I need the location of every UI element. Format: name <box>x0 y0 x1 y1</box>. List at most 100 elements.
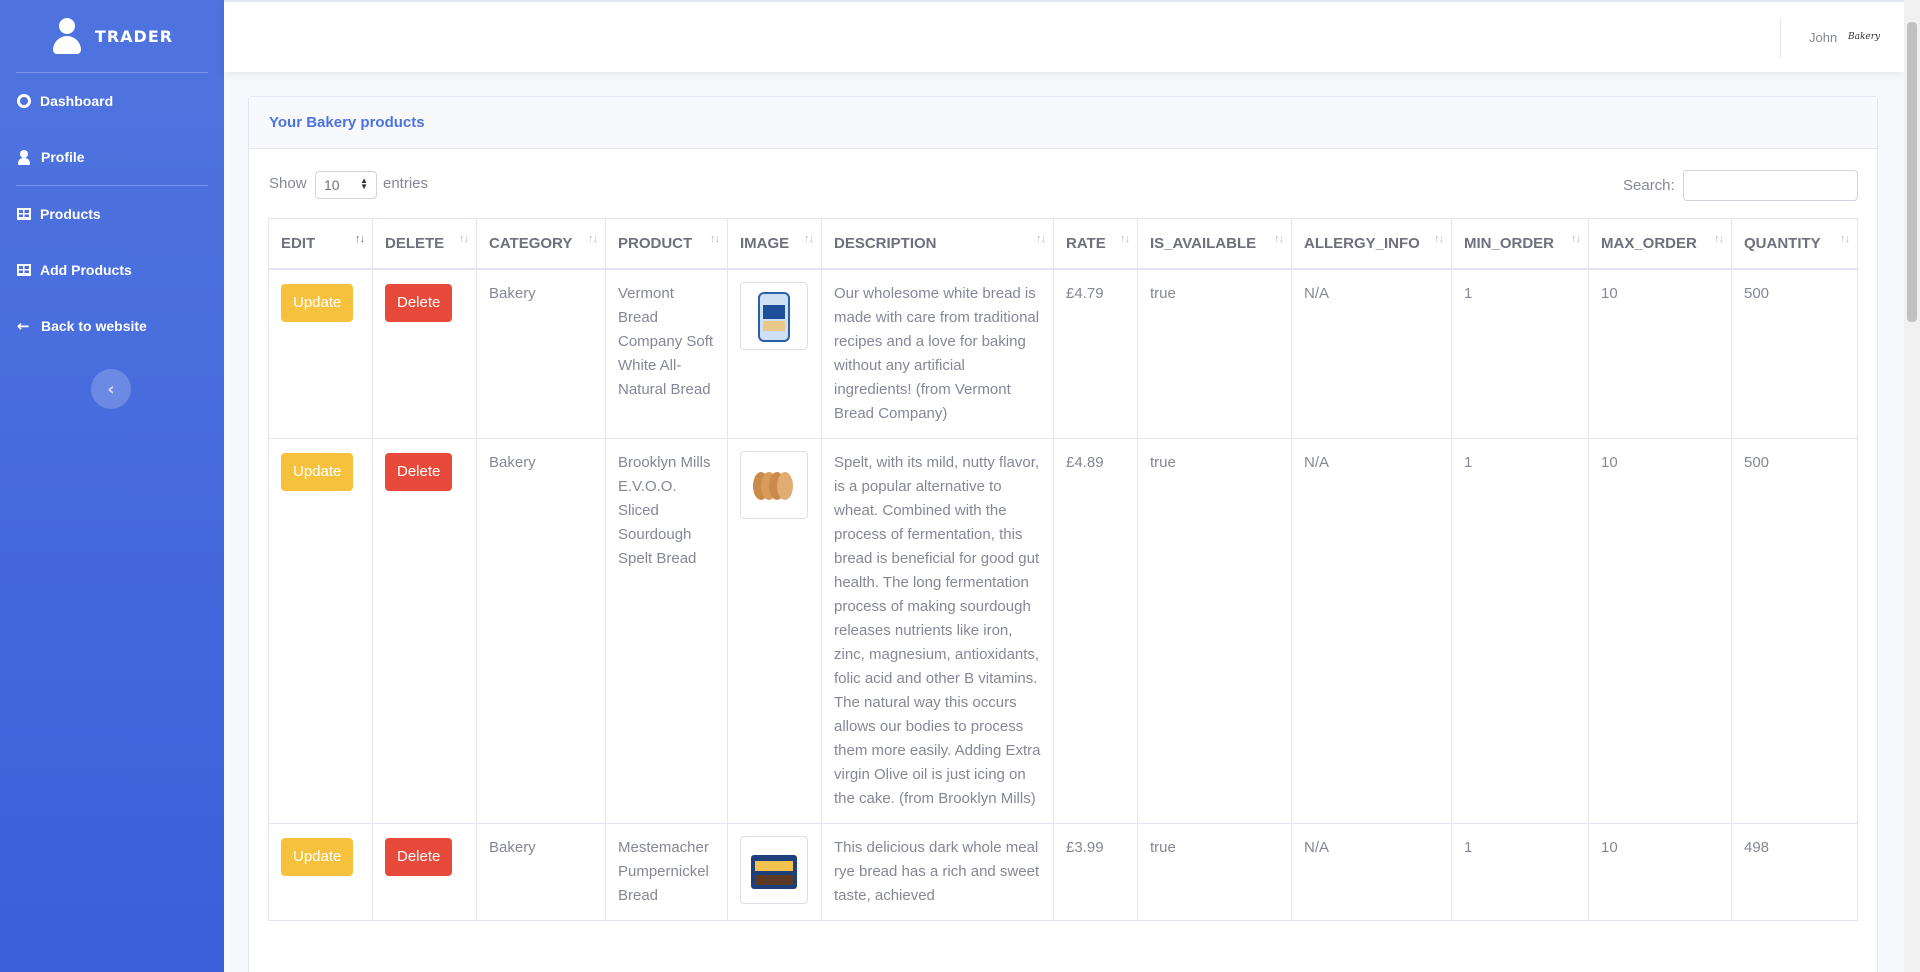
product-image <box>740 450 808 519</box>
cell-max-order: 10 <box>1588 822 1732 921</box>
cell-min-order: 1 <box>1451 268 1589 439</box>
cell-product: Mestemacher Pumpernickel Bread <box>605 822 728 921</box>
column-header-image[interactable]: IMAGE ↑↓ <box>727 218 822 270</box>
cell-allergy-info: N/A <box>1291 822 1452 921</box>
user-logo-icon <box>51 18 81 54</box>
sort-icon: ↑↓ <box>1120 233 1130 245</box>
column-header-quantity[interactable]: QUANTITY ↑↓ <box>1731 218 1858 270</box>
cell-allergy-info: N/A <box>1291 268 1452 439</box>
delete-button[interactable]: Delete <box>385 452 453 491</box>
sidebar-item-add-products[interactable]: Add Products <box>0 242 224 298</box>
search-label: Search: <box>1623 177 1675 194</box>
sidebar-item-dashboard[interactable]: Dashboard <box>0 73 224 129</box>
sort-icon: ↑↓ <box>1571 233 1581 245</box>
table-icon <box>17 208 31 220</box>
column-header-is-available[interactable]: IS_AVAILABLE ↑↓ <box>1137 218 1292 270</box>
cell-min-order: 1 <box>1451 822 1589 921</box>
show-label: Show <box>269 175 307 192</box>
column-header-product[interactable]: PRODUCT ↑↓ <box>605 218 728 270</box>
brand-name: TRADER <box>94 26 174 46</box>
update-button[interactable]: Update <box>281 283 354 322</box>
delete-button[interactable]: Delete <box>385 837 453 876</box>
cell-category: Bakery <box>476 437 606 824</box>
sidebar: TRADER Dashboard Profile Products Add Pr… <box>0 0 224 972</box>
user-name[interactable]: John <box>1809 30 1837 45</box>
bread-package-icon <box>751 854 797 889</box>
table-icon <box>17 264 31 276</box>
cell-category: Bakery <box>476 822 606 921</box>
sidebar-item-back-to-website[interactable]: ← Back to website <box>0 298 224 354</box>
column-header-delete[interactable]: DELETE ↑↓ <box>372 218 477 270</box>
delete-button[interactable]: Delete <box>385 283 453 322</box>
tachometer-icon <box>17 94 31 108</box>
table-row: Update Delete Bakery Vermont Bread Compa… <box>268 268 1858 439</box>
cell-is-available: true <box>1137 268 1292 439</box>
column-header-max-order[interactable]: MAX_ORDER ↑↓ <box>1588 218 1732 270</box>
sort-icon: ↑↓ <box>1840 233 1850 245</box>
entries-value: 10 <box>324 177 340 193</box>
column-header-category[interactable]: CATEGORY ↑↓ <box>476 218 606 270</box>
column-header-description[interactable]: DESCRIPTION ↑↓ <box>821 218 1054 270</box>
column-header-allergy-info[interactable]: ALLERGY_INFO ↑↓ <box>1291 218 1452 270</box>
sidebar-brand[interactable]: TRADER <box>0 0 224 72</box>
table-header-row: EDIT ↑↓ DELETE ↑↓ CATEGORY ↑↓ PRODUCT ↑↓ IMA… <box>268 218 1858 270</box>
cell-max-order: 10 <box>1588 437 1732 824</box>
cell-is-available: true <box>1137 437 1292 824</box>
entries-label: entries <box>383 175 429 192</box>
bread-bag-icon <box>758 291 790 342</box>
products-table: EDIT ↑↓ DELETE ↑↓ CATEGORY ↑↓ PRODUCT ↑↓ IMA… <box>268 218 1858 921</box>
card-title: Your Bakery products <box>249 97 1877 149</box>
sort-icon: ↑↓ <box>459 233 469 245</box>
cell-max-order: 10 <box>1588 268 1732 439</box>
sort-icon: ↑↓ <box>1714 233 1724 245</box>
topbar-divider <box>1780 18 1781 58</box>
topbar: John Bakery <box>224 0 1904 72</box>
sort-select-icon: ▲ ▼ <box>360 176 368 191</box>
sidebar-item-label: Back to website <box>41 318 147 334</box>
sliced-bread-icon <box>753 471 793 500</box>
cell-quantity: 500 <box>1731 268 1858 439</box>
product-image <box>740 835 808 904</box>
cell-quantity: 500 <box>1731 437 1858 824</box>
page-scrollbar[interactable] <box>1904 0 1920 972</box>
sort-icon: ↑↓ <box>588 233 598 245</box>
column-header-min-order[interactable]: MIN_ORDER ↑↓ <box>1451 218 1589 270</box>
cell-rate: £4.79 <box>1053 268 1138 439</box>
cell-min-order: 1 <box>1451 437 1589 824</box>
sidebar-item-label: Dashboard <box>40 93 114 109</box>
cell-is-available: true <box>1137 822 1292 921</box>
user-icon <box>17 149 32 165</box>
sidebar-item-profile[interactable]: Profile <box>0 129 224 185</box>
cell-category: Bakery <box>476 268 606 439</box>
sidebar-item-label: Profile <box>41 149 85 165</box>
cell-quantity: 498 <box>1731 822 1858 921</box>
cell-description: This delicious dark whole meal rye bread… <box>821 822 1054 921</box>
cell-description: Our wholesome white bread is made with c… <box>821 268 1054 439</box>
column-header-edit[interactable]: EDIT ↑↓ <box>268 218 373 270</box>
cell-rate: £4.89 <box>1053 437 1138 824</box>
cell-product: Brooklyn Mills E.V.O.O. Sliced Sourdough… <box>605 437 728 824</box>
chevron-left-icon: ‹ <box>107 378 115 400</box>
update-button[interactable]: Update <box>281 452 354 491</box>
sort-icon: ↑↓ <box>710 233 720 245</box>
sort-icon: ↑↓ <box>804 233 814 245</box>
sort-icon: ↑↓ <box>1036 233 1046 245</box>
search-input[interactable] <box>1683 170 1858 201</box>
product-image <box>740 281 808 350</box>
table-controls: Show 10 ▲ ▼ entries Search: <box>249 149 1877 219</box>
scrollbar-thumb[interactable] <box>1907 22 1917 322</box>
sidebar-toggle-button[interactable]: ‹ <box>91 369 131 409</box>
user-avatar[interactable]: Bakery <box>1848 32 1880 42</box>
cell-rate: £3.99 <box>1053 822 1138 921</box>
entries-select[interactable]: 10 ▲ ▼ <box>315 171 377 199</box>
sidebar-item-products[interactable]: Products <box>0 186 224 242</box>
column-header-rate[interactable]: RATE ↑↓ <box>1053 218 1138 270</box>
arrow-left-icon: ← <box>17 316 30 335</box>
sort-icon: ↑↓ <box>1434 233 1444 245</box>
cell-allergy-info: N/A <box>1291 437 1452 824</box>
table-row: Update Delete Bakery Mestemacher Pumpern… <box>268 822 1858 921</box>
table-row: Update Delete Bakery Brooklyn Mills E.V.… <box>268 437 1858 824</box>
cell-product: Vermont Bread Company Soft White All-Nat… <box>605 268 728 439</box>
update-button[interactable]: Update <box>281 837 354 876</box>
sort-icon: ↑↓ <box>355 233 365 245</box>
